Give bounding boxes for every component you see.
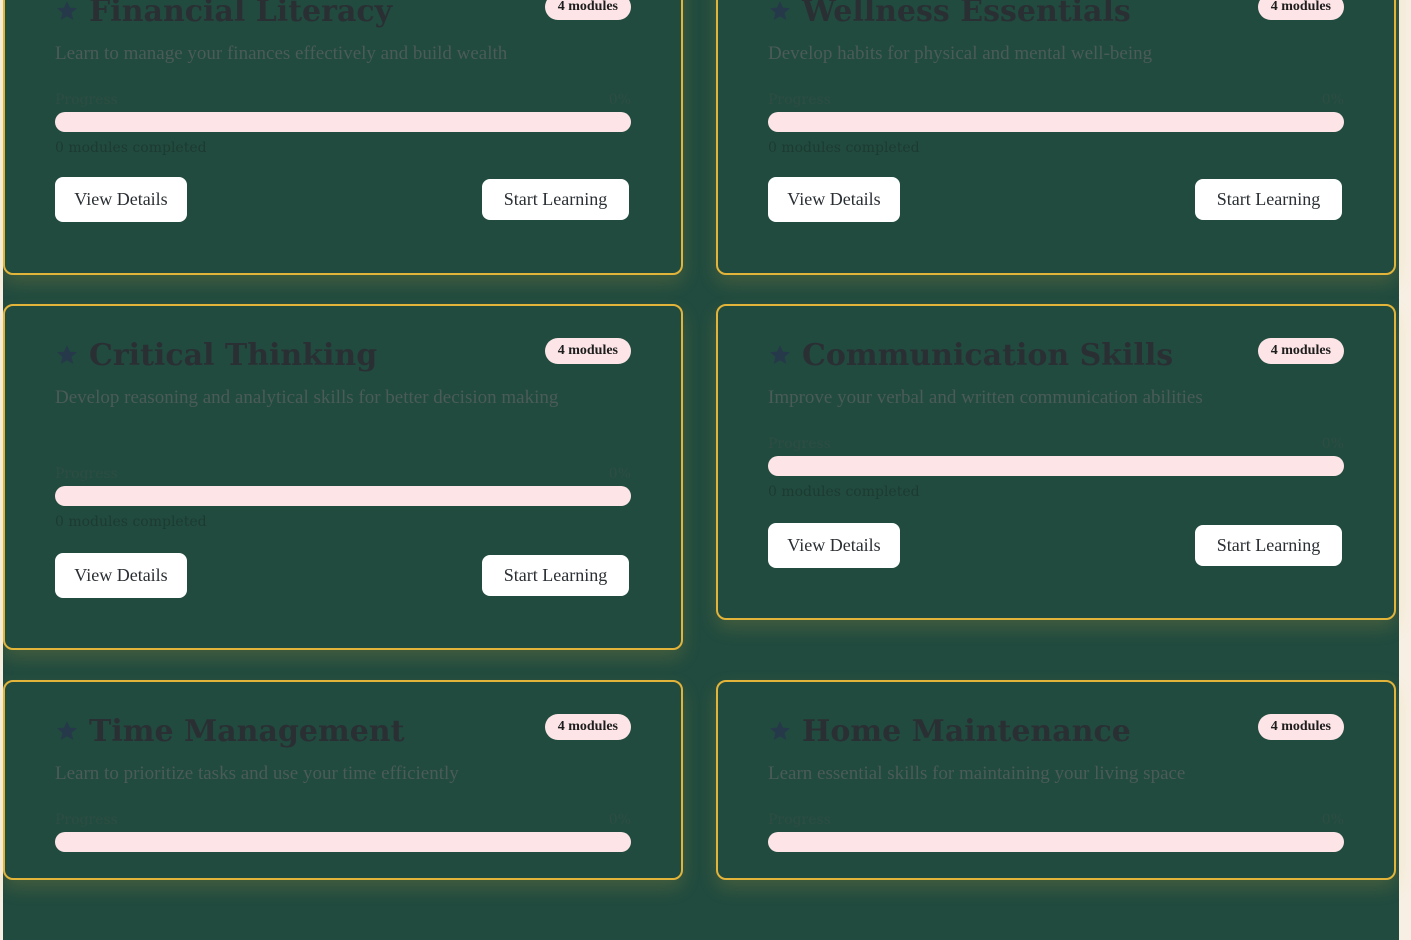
course-card: Home Maintenance 4 modules Learn essenti… <box>716 680 1396 880</box>
star-icon <box>770 345 790 364</box>
progress-label: Progress <box>768 436 831 452</box>
progress-section: Progress 0% 0 modules completed <box>55 92 631 156</box>
progress-percent: 0% <box>608 92 631 108</box>
progress-bar <box>55 112 631 132</box>
star-icon <box>770 721 790 740</box>
course-description: Learn to prioritize tasks and use your t… <box>55 763 459 784</box>
course-card: Time Management 4 modules Learn to prior… <box>3 680 683 880</box>
view-details-button[interactable]: View Details <box>768 177 900 222</box>
start-learning-button[interactable]: Start Learning <box>482 555 629 596</box>
course-title: Financial Literacy <box>89 0 393 29</box>
progress-bar <box>768 456 1344 476</box>
course-title: Communication Skills <box>802 338 1174 373</box>
module-count-badge: 4 modules <box>544 338 631 364</box>
progress-section: Progress 0% 0 modules completed <box>768 436 1344 500</box>
module-count-badge: 4 modules <box>1257 338 1344 364</box>
progress-section: Progress 0% <box>55 812 631 872</box>
course-title: Wellness Essentials <box>802 0 1131 29</box>
progress-percent: 0% <box>608 812 631 828</box>
card-header: Communication Skills 4 modules <box>768 338 1344 378</box>
progress-percent: 0% <box>1321 92 1344 108</box>
progress-bar <box>55 486 631 506</box>
progress-section: Progress 0% 0 modules completed <box>55 466 631 530</box>
progress-label: Progress <box>55 812 118 828</box>
module-count-badge: 4 modules <box>544 714 631 740</box>
modules-completed: 0 modules completed <box>55 514 207 530</box>
course-description: Develop reasoning and analytical skills … <box>55 387 559 408</box>
view-details-button[interactable]: View Details <box>55 177 187 222</box>
course-card: Communication Skills 4 modules Improve y… <box>716 304 1396 620</box>
course-card: Critical Thinking 4 modules Develop reas… <box>3 304 683 650</box>
start-learning-button[interactable]: Start Learning <box>482 179 629 220</box>
progress-label: Progress <box>768 812 831 828</box>
progress-bar <box>768 832 1344 852</box>
card-header: Critical Thinking 4 modules <box>55 338 631 378</box>
progress-percent: 0% <box>1321 436 1344 452</box>
course-description: Learn to manage your finances effectivel… <box>55 43 508 64</box>
star-icon <box>57 345 77 364</box>
progress-percent: 0% <box>608 466 631 482</box>
course-description: Develop habits for physical and mental w… <box>768 43 1153 64</box>
start-learning-button[interactable]: Start Learning <box>1195 179 1342 220</box>
progress-label: Progress <box>768 92 831 108</box>
course-description: Learn essential skills for maintaining y… <box>768 763 1186 784</box>
progress-bar <box>55 832 631 852</box>
progress-bar <box>768 112 1344 132</box>
module-count-badge: 4 modules <box>544 0 631 20</box>
star-icon <box>770 1 790 20</box>
modules-completed: 0 modules completed <box>768 484 920 500</box>
course-description: Improve your verbal and written communic… <box>768 387 1203 408</box>
star-icon <box>57 1 77 20</box>
modules-completed: 0 modules completed <box>768 140 920 156</box>
view-details-button[interactable]: View Details <box>55 553 187 598</box>
card-header: Time Management 4 modules <box>55 714 631 754</box>
module-count-badge: 4 modules <box>1257 0 1344 20</box>
progress-section: Progress 0% <box>768 812 1344 872</box>
star-icon <box>57 721 77 740</box>
start-learning-button[interactable]: Start Learning <box>1195 525 1342 566</box>
card-header: Home Maintenance 4 modules <box>768 714 1344 754</box>
progress-percent: 0% <box>1321 812 1344 828</box>
module-count-badge: 4 modules <box>1257 714 1344 740</box>
progress-label: Progress <box>55 466 118 482</box>
progress-section: Progress 0% 0 modules completed <box>768 92 1344 156</box>
modules-completed: 0 modules completed <box>55 140 207 156</box>
course-card: Wellness Essentials 4 modules Develop ha… <box>716 0 1396 275</box>
view-details-button[interactable]: View Details <box>768 523 900 568</box>
course-title: Home Maintenance <box>802 714 1131 749</box>
progress-label: Progress <box>55 92 118 108</box>
course-card: Financial Literacy 4 modules Learn to ma… <box>3 0 683 275</box>
card-header: Wellness Essentials 4 modules <box>768 0 1344 34</box>
course-title: Critical Thinking <box>89 338 378 373</box>
course-title: Time Management <box>89 714 405 749</box>
card-header: Financial Literacy 4 modules <box>55 0 631 34</box>
